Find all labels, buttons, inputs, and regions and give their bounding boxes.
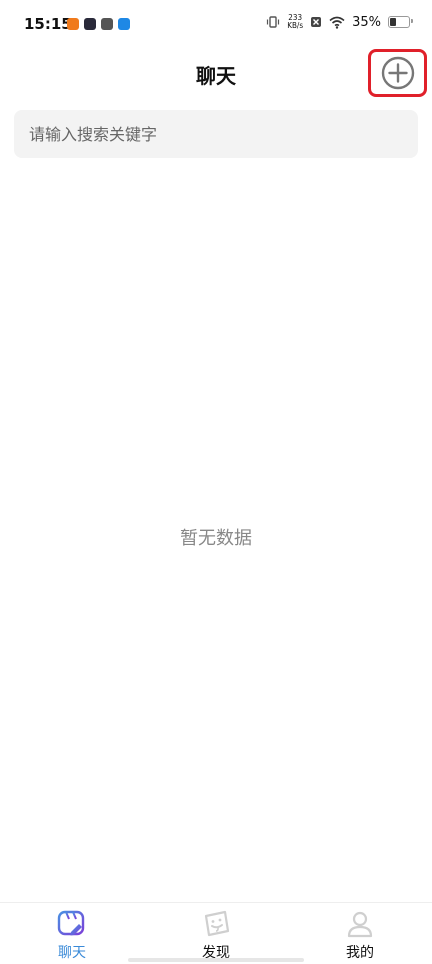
nav-item-discover[interactable]: 发现 xyxy=(176,909,256,962)
alipay-notification-icon xyxy=(118,18,130,30)
battery-percent: 35% xyxy=(352,14,381,30)
empty-state-text: 暂无数据 xyxy=(180,528,252,549)
header: 聊天 xyxy=(0,49,432,98)
battery-level-fill xyxy=(390,18,396,26)
discover-icon xyxy=(204,910,230,937)
app-notification-icon xyxy=(101,18,113,30)
home-indicator[interactable] xyxy=(128,958,304,962)
nav-label-chat: 聊天 xyxy=(58,945,86,961)
search-input[interactable] xyxy=(27,123,405,145)
status-bar: 15:15 233 KB/s 35% xyxy=(0,0,432,52)
chat-icon xyxy=(57,910,85,936)
no-sim-icon xyxy=(311,17,322,27)
network-speed-unit: KB/s xyxy=(287,21,304,30)
add-chat-button[interactable] xyxy=(368,49,427,97)
notification-icons xyxy=(67,18,130,30)
screen: 15:15 233 KB/s 35% 聊天 请输入搜索关键字 暂无数据 聊天 发… xyxy=(0,0,432,964)
wifi-icon xyxy=(329,16,345,29)
status-time: 15:15 xyxy=(24,15,72,33)
nav-item-profile[interactable]: 我的 xyxy=(320,909,400,962)
app-notification-icon xyxy=(67,18,79,30)
status-right: 233 KB/s 35% xyxy=(266,14,413,30)
search-bar[interactable] xyxy=(14,110,418,158)
battery-icon xyxy=(388,16,413,28)
vibrate-icon xyxy=(267,16,280,28)
nav-item-chat[interactable]: 聊天 xyxy=(32,909,112,962)
profile-icon xyxy=(347,911,373,938)
video-app-notification-icon xyxy=(84,18,96,30)
nav-label-profile: 我的 xyxy=(346,945,374,961)
network-speed: 233 KB/s xyxy=(287,14,303,30)
bottom-nav: 聊天 发现 我的 xyxy=(0,902,432,964)
plus-circle-icon xyxy=(381,56,414,90)
